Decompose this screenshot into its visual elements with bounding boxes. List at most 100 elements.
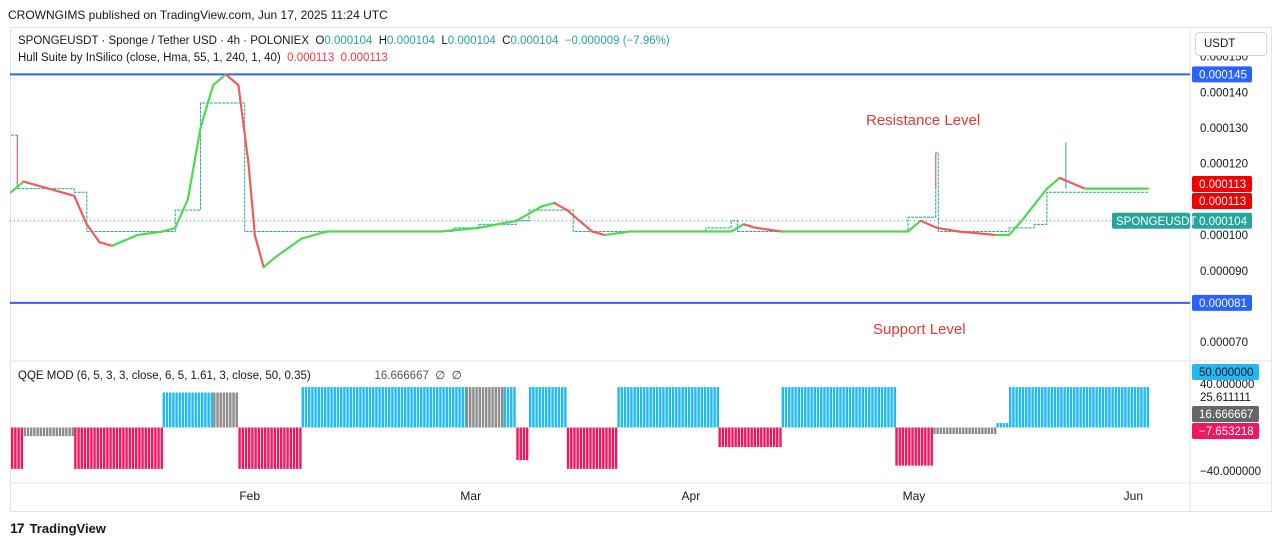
qqe-bar xyxy=(920,427,924,466)
qqe-bar xyxy=(1073,387,1076,428)
qqe-bar xyxy=(614,427,618,469)
qqe-bar xyxy=(984,427,987,434)
qqe-bar xyxy=(432,387,436,428)
qqe-bar xyxy=(458,387,461,428)
qqe-bar xyxy=(86,427,90,469)
qqe-bar xyxy=(33,427,36,437)
hull-segment xyxy=(224,73,240,87)
hull-segment xyxy=(1045,176,1061,190)
qqe-bar xyxy=(336,387,340,428)
chart-canvas[interactable]: 0.0001500.0001400.0001300.0001200.000110… xyxy=(0,0,1281,546)
qqe-bar xyxy=(1133,387,1137,428)
qqe-bar xyxy=(314,387,317,428)
qqe-bar xyxy=(1121,387,1124,428)
qqe-bar xyxy=(633,387,636,428)
currency-selector[interactable]: USDT xyxy=(1195,32,1267,56)
qqe-bar xyxy=(115,427,119,469)
qqe-bar xyxy=(880,387,884,428)
qqe-bar xyxy=(251,427,254,469)
qqe-bar xyxy=(668,387,671,428)
qqe-bar xyxy=(713,387,716,428)
hull-segment xyxy=(161,226,177,233)
qqe-bar xyxy=(1127,387,1130,428)
tradingview-wordmark: TradingView xyxy=(29,520,106,536)
qqe-bar xyxy=(1063,387,1066,428)
support-price-label-text: 0.000081 xyxy=(1199,298,1247,310)
qqe-bar xyxy=(55,427,59,437)
qqe-bar xyxy=(936,427,939,434)
qqe-bar xyxy=(544,387,548,428)
qqe-bar xyxy=(525,427,529,461)
qqe-bar xyxy=(141,427,144,469)
qqe-bar xyxy=(254,427,257,469)
qqe-bar xyxy=(257,427,260,469)
hull-segment xyxy=(275,237,303,258)
qqe-bar xyxy=(320,387,324,428)
qqe-bar xyxy=(665,387,668,428)
qqe-bar xyxy=(848,387,852,428)
qqe-bar xyxy=(106,427,109,469)
qqe-bar xyxy=(301,387,304,428)
qqe-bar xyxy=(49,427,52,437)
qqe-bar xyxy=(339,387,343,428)
qqe-bar xyxy=(39,427,43,437)
qqe-bar xyxy=(788,387,791,428)
qqe-bar xyxy=(506,387,510,428)
qqe-bar xyxy=(864,387,868,428)
qqe-bar xyxy=(1006,423,1009,428)
price-tick-label: 0.000130 xyxy=(1200,123,1248,135)
qqe-bar xyxy=(760,427,763,448)
hull-segment xyxy=(98,241,114,247)
qqe-bar xyxy=(204,392,207,428)
qqe-bar xyxy=(235,392,238,428)
qqe-bar xyxy=(157,427,160,469)
qqe-bar xyxy=(858,387,861,428)
qqe-bar xyxy=(557,387,561,428)
qqe-bar xyxy=(981,427,984,434)
hull-segment xyxy=(237,84,250,165)
qqe-bar xyxy=(327,387,330,428)
qqe-bar xyxy=(965,427,968,434)
qqe-bar xyxy=(630,387,633,428)
qqe-bar xyxy=(675,387,678,428)
qqe-bar xyxy=(901,427,905,466)
qqe-bar xyxy=(201,392,204,428)
qqe-legend: QQE MOD (6, 5, 3, 3, close, 6, 5, 1.61, … xyxy=(18,368,462,382)
qqe-bar xyxy=(365,387,368,428)
qqe-bar xyxy=(1012,387,1015,428)
qqe-bar xyxy=(299,427,302,469)
support-price-label: 0.000081 xyxy=(1192,294,1252,311)
qqe-bar xyxy=(710,387,713,428)
qqe-label-b: 16.666667 xyxy=(1192,406,1259,422)
qqe-bar xyxy=(165,392,169,428)
qqe-bar xyxy=(178,392,181,428)
high-label: H xyxy=(378,35,388,47)
qqe-bar xyxy=(598,427,602,469)
qqe-bar xyxy=(1089,387,1092,428)
price-tick-label: 0.000090 xyxy=(1200,266,1248,278)
qqe-bar xyxy=(784,387,788,428)
qqe-bar xyxy=(83,427,87,469)
qqe-bar xyxy=(1047,387,1050,428)
close-value: 0.000104 xyxy=(510,35,559,47)
qqe-bar xyxy=(737,427,741,448)
qqe-bar xyxy=(125,427,128,469)
qqe-bar xyxy=(684,387,687,428)
qqe-bar xyxy=(716,387,719,428)
qqe-bar xyxy=(160,427,163,469)
qqe-bar xyxy=(74,427,77,469)
qqe-bar xyxy=(623,387,627,428)
hull-segment xyxy=(199,84,215,130)
qqe-bar xyxy=(813,387,817,428)
hull-segment xyxy=(262,255,278,269)
qqe-bar xyxy=(1092,387,1095,428)
qqe-bar xyxy=(671,387,675,428)
qqe-bar xyxy=(128,427,131,469)
hull-name: Hull Suite by InSilico (close, Hma, 55, … xyxy=(18,52,281,64)
qqe-bar xyxy=(707,387,710,428)
qqe-bar xyxy=(368,387,372,428)
qqe-bar xyxy=(26,427,30,437)
hull-price-label-b: 0.000113 xyxy=(1192,193,1252,209)
qqe-bar xyxy=(576,427,579,469)
qqe-bar xyxy=(570,427,573,469)
